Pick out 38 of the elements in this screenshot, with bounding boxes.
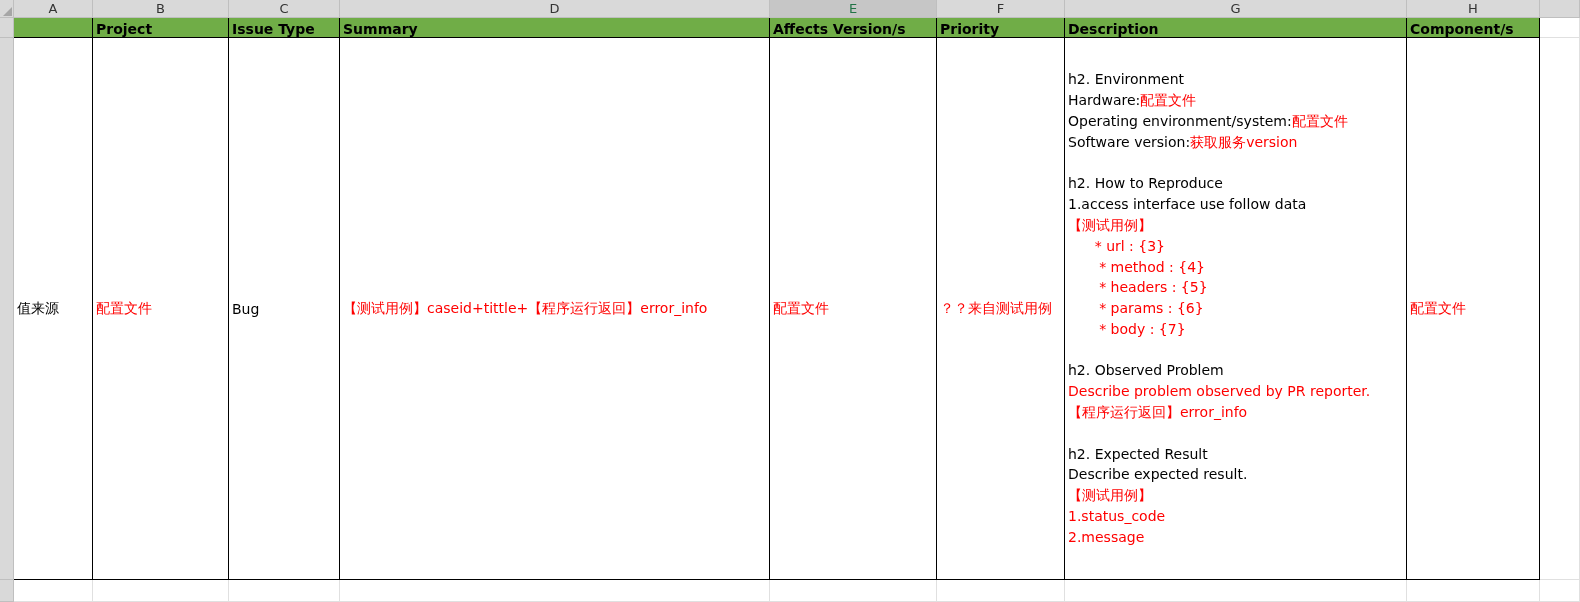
description-line: 1.status_code [1068, 507, 1167, 527]
description-line: * method : {4} [1098, 257, 1206, 277]
column-header[interactable]: H [1407, 0, 1540, 18]
description-line: * url : {3} [1093, 236, 1166, 256]
header-cell: Priority [937, 18, 1065, 38]
description-line: 【程序运行返回】error_info [1068, 403, 1249, 423]
row-header[interactable] [0, 38, 14, 580]
column-header[interactable]: B [93, 0, 229, 18]
select-all-icon[interactable] [3, 7, 12, 16]
column-header[interactable]: F [937, 0, 1065, 18]
description-line: h2. Environment [1068, 70, 1186, 90]
description-line: Software version:获取服务version [1068, 132, 1299, 152]
header-cell: Component/s [1407, 18, 1540, 38]
description-line: h2. Expected Result [1068, 444, 1209, 464]
header-cell: Affects Version/s [770, 18, 937, 38]
column-header[interactable]: G [1065, 0, 1407, 18]
description-line: * body : {7} [1098, 319, 1187, 339]
description-line: 【测试用例】 [1068, 215, 1153, 235]
description-line: h2. How to Reproduce [1068, 174, 1224, 194]
description-line: * headers : {5} [1098, 278, 1209, 298]
header-cell: Project [93, 18, 229, 38]
description-line: Describe problem observed by PR reporter. [1068, 382, 1372, 402]
description-line: Operating environment/system:配置文件 [1068, 111, 1349, 131]
row-header[interactable] [0, 580, 14, 602]
description-line: 【测试用例】 [1068, 486, 1153, 506]
description-line: Hardware:配置文件 [1068, 91, 1198, 111]
header-cell: Issue Type [229, 18, 340, 38]
header-cell: Description [1065, 18, 1407, 38]
description-line: 1.access interface use follow data [1068, 195, 1308, 215]
description-line: * params : {6} [1098, 299, 1205, 319]
column-header[interactable]: A [14, 0, 93, 18]
description-line: Describe expected result. [1068, 465, 1249, 485]
description-line: 2.message [1068, 527, 1146, 547]
column-header[interactable]: C [229, 0, 340, 18]
header-cell: Summary [340, 18, 770, 38]
column-header[interactable]: D [340, 0, 770, 18]
description-line: h2. Observed Problem [1068, 361, 1225, 381]
row-header[interactable] [0, 18, 14, 38]
